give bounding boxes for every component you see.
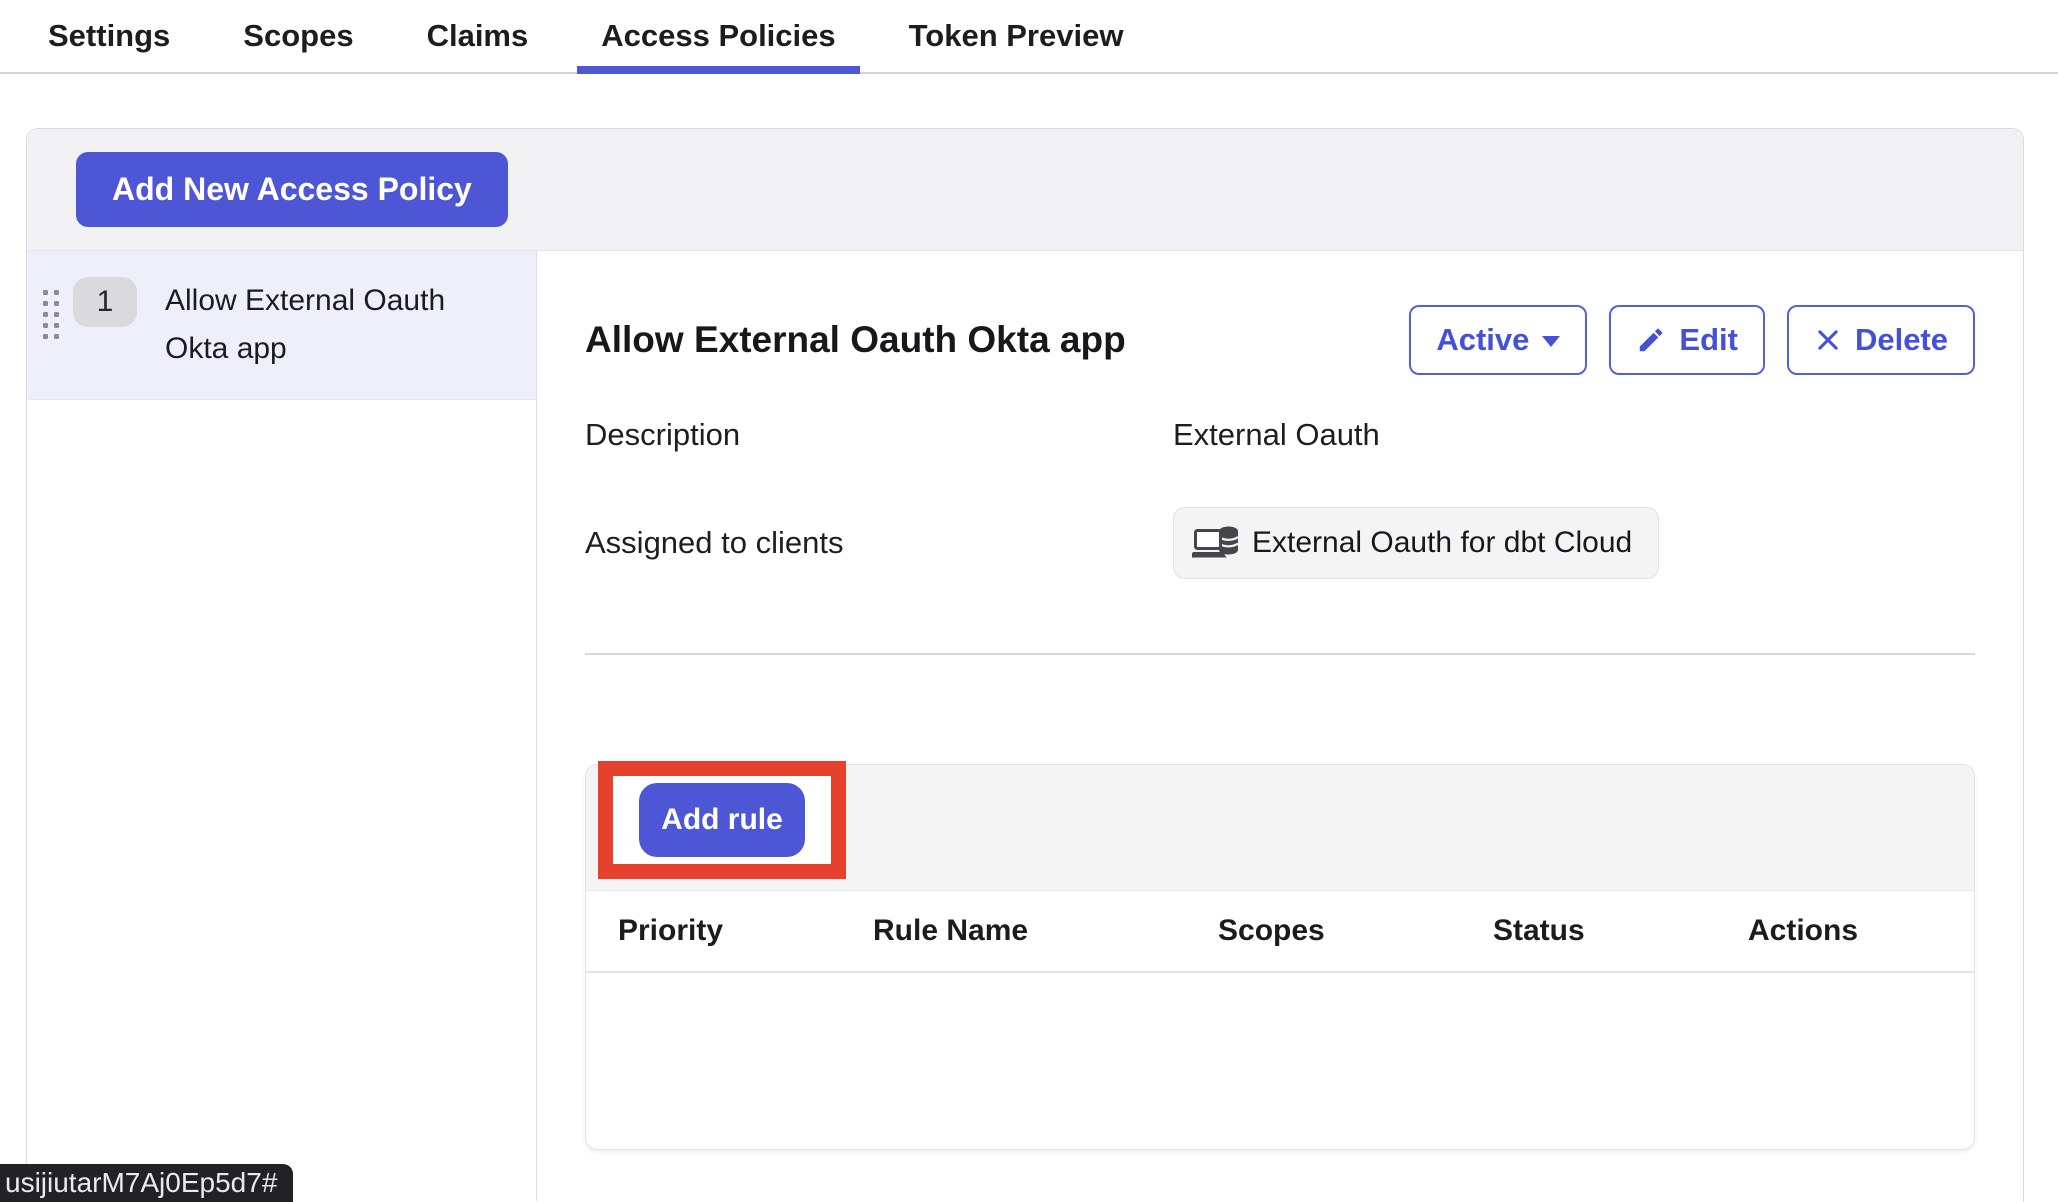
drag-handle-icon[interactable] xyxy=(43,290,59,339)
client-app-icon xyxy=(1192,524,1238,562)
annotation-highlight-box: Add rule xyxy=(598,761,846,879)
tab-bar: Settings Scopes Claims Access Policies T… xyxy=(0,0,2058,74)
add-rule-button[interactable]: Add rule xyxy=(639,783,805,857)
policy-actions: Active Edit Delete xyxy=(1409,305,1975,375)
rules-table-header-row: Priority Rule Name Scopes Status Actions xyxy=(586,891,1974,973)
link-preview-tooltip: usijiutarM7Aj0Ep5d7# xyxy=(0,1164,293,1202)
column-header-priority: Priority xyxy=(618,914,873,948)
client-chip-label: External Oauth for dbt Cloud xyxy=(1252,526,1632,560)
delete-button[interactable]: Delete xyxy=(1787,305,1975,375)
active-status-dropdown[interactable]: Active xyxy=(1409,305,1587,375)
panel-body: 1 Allow External Oauth Okta app Allow Ex… xyxy=(27,251,2023,1201)
pencil-icon xyxy=(1636,325,1666,355)
edit-button[interactable]: Edit xyxy=(1609,305,1765,375)
column-header-scopes: Scopes xyxy=(1218,914,1493,948)
policy-item-name: Allow External Oauth Okta app xyxy=(165,277,470,373)
close-icon xyxy=(1814,326,1842,354)
add-new-access-policy-button[interactable]: Add New Access Policy xyxy=(76,152,508,227)
assigned-to-clients-label: Assigned to clients xyxy=(585,525,1173,561)
tab-token-preview[interactable]: Token Preview xyxy=(885,0,1148,72)
delete-button-label: Delete xyxy=(1855,322,1948,358)
tab-scopes[interactable]: Scopes xyxy=(219,0,377,72)
section-divider xyxy=(585,653,1975,655)
column-header-actions: Actions xyxy=(1748,914,1974,948)
panel-header: Add New Access Policy xyxy=(27,129,2023,251)
policy-list: 1 Allow External Oauth Okta app xyxy=(27,251,537,1201)
policy-title: Allow External Oauth Okta app xyxy=(585,319,1126,361)
edit-button-label: Edit xyxy=(1679,322,1738,358)
description-value: External Oauth xyxy=(1173,417,1380,453)
policy-list-item[interactable]: 1 Allow External Oauth Okta app xyxy=(27,251,536,400)
rules-table-empty-body xyxy=(586,973,1974,1149)
tab-settings[interactable]: Settings xyxy=(24,0,194,72)
column-header-rule-name: Rule Name xyxy=(873,914,1218,948)
access-policies-panel: Add New Access Policy 1 Allow External O… xyxy=(26,128,2024,1202)
tab-access-policies[interactable]: Access Policies xyxy=(577,0,859,72)
rules-card-header: Add rule xyxy=(586,765,1974,891)
active-status-label: Active xyxy=(1436,322,1529,358)
policy-priority-badge: 1 xyxy=(73,277,137,327)
rules-card: Add rule Priority Rule Name Scopes Statu… xyxy=(585,764,1975,1150)
tab-claims[interactable]: Claims xyxy=(403,0,553,72)
description-label: Description xyxy=(585,417,1173,453)
client-chip[interactable]: External Oauth for dbt Cloud xyxy=(1173,507,1659,579)
policy-detail: Allow External Oauth Okta app Active Edi… xyxy=(537,251,2023,1201)
column-header-status: Status xyxy=(1493,914,1748,948)
chevron-down-icon xyxy=(1542,336,1560,347)
